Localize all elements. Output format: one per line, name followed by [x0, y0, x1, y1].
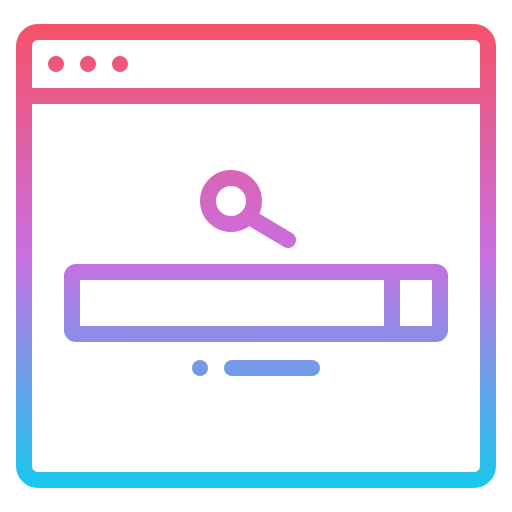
browser-search-svg [16, 24, 496, 488]
window-dot-icon [112, 56, 128, 72]
search-bar [64, 264, 448, 342]
pager-indicators [192, 360, 320, 376]
window-dot-icon [48, 56, 64, 72]
browser-search-icon [0, 0, 512, 512]
pager-dot-icon [192, 360, 208, 376]
window-dot-icon [80, 56, 96, 72]
browser-window [16, 24, 496, 488]
magnifier-handle [243, 210, 296, 248]
magnifier-icon [200, 170, 296, 248]
